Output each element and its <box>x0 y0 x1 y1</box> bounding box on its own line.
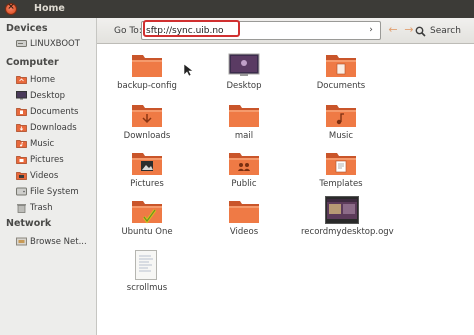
folder-icon <box>229 105 259 127</box>
file-label: backup-config <box>117 81 177 91</box>
file-label: Pictures <box>130 179 164 189</box>
pictures-icon <box>16 155 27 165</box>
mouse-cursor-icon <box>183 63 193 77</box>
home-folder-icon <box>16 75 27 85</box>
places-sidebar: Devices LINUXBOOT Computer Home Desktop … <box>0 18 97 335</box>
title-bar: × Home <box>0 0 474 18</box>
music-folder-icon <box>326 105 356 127</box>
sidebar-item-home[interactable]: Home <box>16 72 96 87</box>
file-item-ubuntu-one[interactable]: Ubuntu One <box>107 198 187 248</box>
file-label: Downloads <box>123 131 171 141</box>
forward-button[interactable]: → <box>402 23 416 37</box>
file-item-scrollmus[interactable]: scrollmus <box>107 250 187 300</box>
music-icon <box>16 139 27 149</box>
sidebar-item-label: Home <box>30 74 56 85</box>
filesystem-icon <box>16 187 27 197</box>
file-label: Documents <box>316 81 366 91</box>
file-item-pictures[interactable]: Pictures <box>107 150 187 200</box>
window-title: Home <box>34 3 65 14</box>
back-button[interactable]: ← <box>386 23 400 37</box>
go-arrow-icon[interactable]: › <box>366 25 376 37</box>
computer-heading: Computer <box>6 57 59 68</box>
sidebar-item-label: Browse Net... <box>30 236 87 247</box>
file-item-templates[interactable]: Templates <box>301 150 381 200</box>
pictures-folder-icon <box>132 153 162 175</box>
video-file-icon <box>325 196 359 224</box>
sidebar-item-label: Pictures <box>30 154 64 165</box>
file-item-documents[interactable]: Documents <box>301 52 381 102</box>
file-item-backup-config[interactable]: backup-config <box>107 52 187 102</box>
file-view: backup-config Desktop Documents Download… <box>97 44 474 335</box>
close-window-button[interactable]: × <box>5 2 17 15</box>
file-item-videos[interactable]: Videos <box>204 198 284 248</box>
devices-heading: Devices <box>6 23 48 34</box>
sidebar-item-label: Documents <box>30 106 79 117</box>
file-label: recordmydesktop.ogv <box>301 227 394 237</box>
sidebar-item-music[interactable]: Music <box>16 136 96 151</box>
sidebar-item-label: Desktop <box>30 90 66 101</box>
text-file-icon <box>135 250 157 280</box>
desktop-folder-icon <box>228 53 260 76</box>
sidebar-item-label: Music <box>30 138 55 149</box>
search-label: Search <box>430 26 461 36</box>
downloads-folder-icon <box>132 105 162 127</box>
sidebar-item-label: Downloads <box>30 122 77 133</box>
file-label: mail <box>234 131 254 141</box>
ubuntu-one-folder-icon <box>132 201 162 224</box>
file-label: Music <box>328 131 354 141</box>
sidebar-item-label: Videos <box>30 170 59 181</box>
sidebar-item-file-system[interactable]: File System <box>16 184 96 199</box>
file-item-downloads[interactable]: Downloads <box>107 102 187 152</box>
file-item-music[interactable]: Music <box>301 102 381 152</box>
drive-icon <box>16 39 27 49</box>
file-label: scrollmus <box>126 283 168 293</box>
sidebar-item-trash[interactable]: Trash <box>16 200 96 215</box>
videos-icon <box>16 171 27 181</box>
file-label: Ubuntu One <box>121 227 173 237</box>
file-label: Desktop <box>226 81 262 91</box>
sidebar-item-label: Trash <box>30 202 53 213</box>
sidebar-item-linuxboot[interactable]: LINUXBOOT <box>16 36 96 51</box>
sidebar-item-videos[interactable]: Videos <box>16 168 96 183</box>
trash-icon <box>16 203 27 213</box>
sidebar-item-desktop[interactable]: Desktop <box>16 88 96 103</box>
file-label: Public <box>231 179 257 189</box>
goto-label: Go To: <box>114 26 142 36</box>
network-heading: Network <box>6 218 52 229</box>
desktop-icon <box>16 91 27 101</box>
folder-icon <box>132 55 162 77</box>
documents-folder-icon <box>326 55 356 77</box>
location-toolbar: Go To: › ← → Search <box>97 18 474 44</box>
file-label: Videos <box>229 227 259 237</box>
public-folder-icon <box>229 153 259 175</box>
downloads-icon <box>16 123 27 133</box>
videos-folder-icon <box>229 201 259 223</box>
documents-icon <box>16 107 27 117</box>
file-label: Templates <box>319 179 363 189</box>
sidebar-item-label: LINUXBOOT <box>30 38 80 49</box>
sidebar-item-documents[interactable]: Documents <box>16 104 96 119</box>
file-item-recordmydesktop[interactable]: recordmydesktop.ogv <box>301 196 394 248</box>
sidebar-item-pictures[interactable]: Pictures <box>16 152 96 167</box>
network-icon <box>16 237 27 247</box>
file-item-mail[interactable]: mail <box>204 102 284 152</box>
search-button[interactable]: Search <box>415 24 461 38</box>
location-input[interactable] <box>146 24 356 38</box>
templates-folder-icon <box>326 153 356 175</box>
sidebar-item-browse-network[interactable]: Browse Net... <box>16 234 96 249</box>
file-item-desktop[interactable]: Desktop <box>204 52 284 102</box>
sidebar-item-label: File System <box>30 186 79 197</box>
search-icon <box>415 26 426 37</box>
close-icon: × <box>7 2 15 12</box>
file-item-public[interactable]: Public <box>204 150 284 200</box>
sidebar-item-downloads[interactable]: Downloads <box>16 120 96 135</box>
location-bar[interactable]: › <box>141 21 381 40</box>
